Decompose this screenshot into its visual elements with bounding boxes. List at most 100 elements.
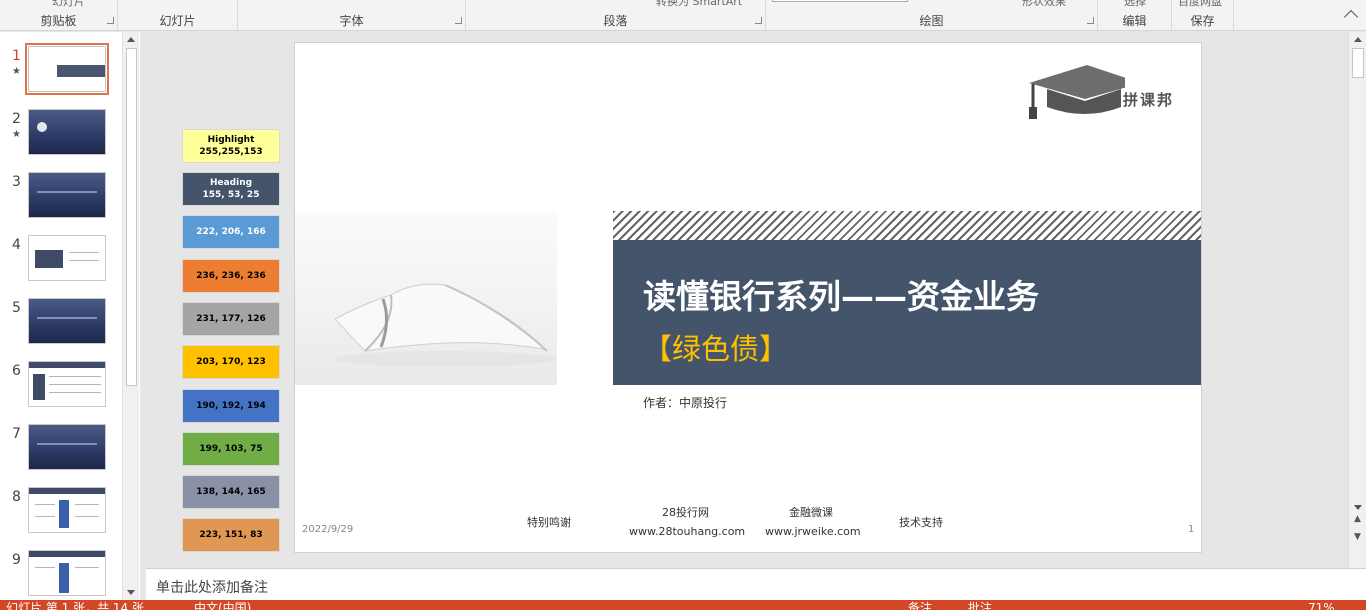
slide-thumbnails-pane: 1 ★ 2 ★ 3 4 5 6 7 8 9 [0, 32, 140, 600]
swatch-label: 222, 206, 166 [196, 227, 266, 237]
slide-title[interactable]: 读懂银行系列——资金业务 [643, 270, 1039, 318]
swatch-label: 203, 170, 123 [196, 357, 266, 367]
slide-canvas[interactable]: 拼课邦 读懂银行系列——资金业务 【绿色债】 作者：中原投行 2022/9/29… [294, 42, 1202, 553]
slide-number: 2 [12, 111, 21, 127]
slide-thumbnail-1[interactable]: 1 ★ [0, 43, 122, 98]
slide-preview[interactable] [28, 298, 106, 344]
hatch-stripe [613, 211, 1201, 240]
slide-preview[interactable] [28, 487, 106, 533]
slide-preview[interactable] [28, 550, 106, 596]
slide-editing-area: Highlight 255,255,153 Heading 155, 53, 2… [146, 32, 1348, 568]
color-swatch[interactable]: 236, 236, 236 [182, 259, 280, 293]
scroll-down-icon[interactable] [1354, 505, 1362, 510]
slide-preview[interactable] [28, 361, 106, 407]
powerpoint-window: 幻灯片 剪贴板 幻灯片 字体 转换为 SmartArt 段落 形状效果 绘图 选… [0, 0, 1366, 610]
notes-button[interactable]: 备注 [908, 602, 932, 610]
slide-number: 1 [12, 48, 21, 64]
slide-number: 4 [12, 237, 21, 253]
scrollbar-thumb[interactable] [1352, 48, 1364, 78]
dialog-launcher-icon[interactable] [755, 17, 762, 24]
slide-number: 9 [12, 552, 21, 568]
slide-thumbnail-7[interactable]: 7 [0, 424, 122, 476]
slide-thumbnail-2[interactable]: 2 ★ [0, 109, 122, 161]
slide-preview[interactable] [28, 109, 106, 155]
slide-preview[interactable] [28, 424, 106, 470]
author-text[interactable]: 作者：中原投行 [643, 394, 727, 411]
title-band: 读懂银行系列——资金业务 【绿色债】 [613, 211, 1201, 385]
slide-thumbnail-9[interactable]: 9 [0, 550, 122, 600]
color-swatch[interactable]: 138, 144, 165 [182, 475, 280, 509]
dialog-launcher-icon[interactable] [455, 17, 462, 24]
swatch-label: 236, 236, 236 [196, 271, 266, 281]
ribbon-group-label: 编辑 [1122, 14, 1147, 28]
ribbon-group-label: 剪贴板 [40, 14, 77, 28]
logo: 拼课邦 [1025, 61, 1185, 127]
animation-star-icon: ★ [12, 66, 21, 77]
scroll-up-icon[interactable] [1354, 37, 1362, 42]
swatch-value: 255,255,153 [199, 147, 263, 157]
slide-preview[interactable] [28, 235, 106, 281]
color-swatch[interactable]: 190, 192, 194 [182, 389, 280, 423]
swatch-label: 138, 144, 165 [196, 487, 266, 497]
notes-placeholder[interactable]: 单击此处添加备注 [156, 577, 268, 597]
footer-site1-url: www.28touhang.com [629, 525, 746, 538]
color-swatch[interactable]: 223, 151, 83 [182, 518, 280, 552]
color-swatch[interactable]: 199, 103, 75 [182, 432, 280, 466]
notes-pane[interactable]: 单击此处添加备注 [146, 568, 1366, 600]
previous-slide-icon[interactable]: ▲ [1354, 514, 1361, 524]
ribbon-group-editing: 选择 编辑 [1098, 0, 1172, 30]
slide-thumbnail-5[interactable]: 5 [0, 298, 122, 350]
scrollbar-thumb[interactable] [126, 48, 137, 386]
color-swatch[interactable]: Highlight 255,255,153 [182, 129, 280, 163]
slide-number: 6 [12, 363, 21, 379]
ribbon-cut-text: 百度网盘 [1178, 0, 1222, 8]
slide-number: 5 [12, 300, 21, 316]
color-swatch[interactable]: 203, 170, 123 [182, 345, 280, 379]
ribbon-group-label: 绘图 [919, 14, 944, 28]
language-status[interactable]: 中文(中国) [194, 602, 251, 610]
dialog-launcher-icon[interactable] [1087, 17, 1094, 24]
slide-page-number: 1 [1188, 524, 1195, 535]
slide-number: 3 [12, 174, 21, 190]
footer-site2-url: www.jrweike.com [765, 525, 861, 538]
slide-count-status: 幻灯片 第 1 张，共 14 张 [6, 601, 144, 610]
next-slide-icon[interactable]: ▼ [1354, 532, 1361, 542]
footer-thanks: 特别鸣谢 [527, 516, 571, 529]
swatch-label: 199, 103, 75 [199, 444, 263, 454]
color-swatch[interactable]: Heading 155, 53, 25 [182, 172, 280, 206]
shape-gallery[interactable] [772, 0, 908, 2]
color-swatch[interactable]: 222, 206, 166 [182, 215, 280, 249]
comments-button[interactable]: 批注 [968, 602, 992, 610]
logo-text: 拼课邦 [1123, 91, 1175, 109]
swatch-label: 231, 177, 126 [196, 314, 266, 324]
ribbon-group-label: 段落 [603, 14, 628, 28]
footer-site1-name: 28投行网 [662, 506, 709, 519]
collapse-ribbon-icon[interactable] [1343, 9, 1359, 25]
ribbon-cut-text: 形状效果 [1022, 0, 1066, 8]
graduation-cap-icon [1029, 65, 1141, 119]
swatch-label: 223, 151, 83 [199, 530, 263, 540]
thumbnails-scrollbar[interactable] [122, 32, 139, 600]
slide-subtitle[interactable]: 【绿色债】 [643, 326, 788, 368]
title-box[interactable]: 读懂银行系列——资金业务 【绿色债】 [613, 240, 1201, 385]
animation-star-icon: ★ [12, 129, 21, 140]
scroll-up-icon[interactable] [127, 37, 135, 42]
slide-preview[interactable] [28, 172, 106, 218]
slide-thumbnail-8[interactable]: 8 [0, 487, 122, 539]
swatch-label: Highlight [207, 135, 255, 145]
color-swatch[interactable]: 231, 177, 126 [182, 302, 280, 336]
dialog-launcher-icon[interactable] [107, 17, 114, 24]
slide-date: 2022/9/29 [302, 524, 354, 535]
ribbon-group-label: 保存 [1190, 14, 1215, 28]
ribbon-group-drawing: 形状效果 绘图 [766, 0, 1098, 30]
slide-number: 7 [12, 426, 21, 442]
slide-thumbnail-6[interactable]: 6 [0, 361, 122, 413]
slide-preview[interactable] [25, 43, 109, 95]
slide-thumbnail-4[interactable]: 4 [0, 235, 122, 287]
scroll-down-icon[interactable] [127, 590, 135, 595]
ribbon-cut-text: 选择 [1124, 0, 1146, 8]
editor-scrollbar[interactable]: ▲ ▼ [1348, 32, 1366, 568]
slide-thumbnail-3[interactable]: 3 [0, 172, 122, 224]
zoom-level[interactable]: 71% [1308, 602, 1335, 610]
slide-number: 8 [12, 489, 21, 505]
